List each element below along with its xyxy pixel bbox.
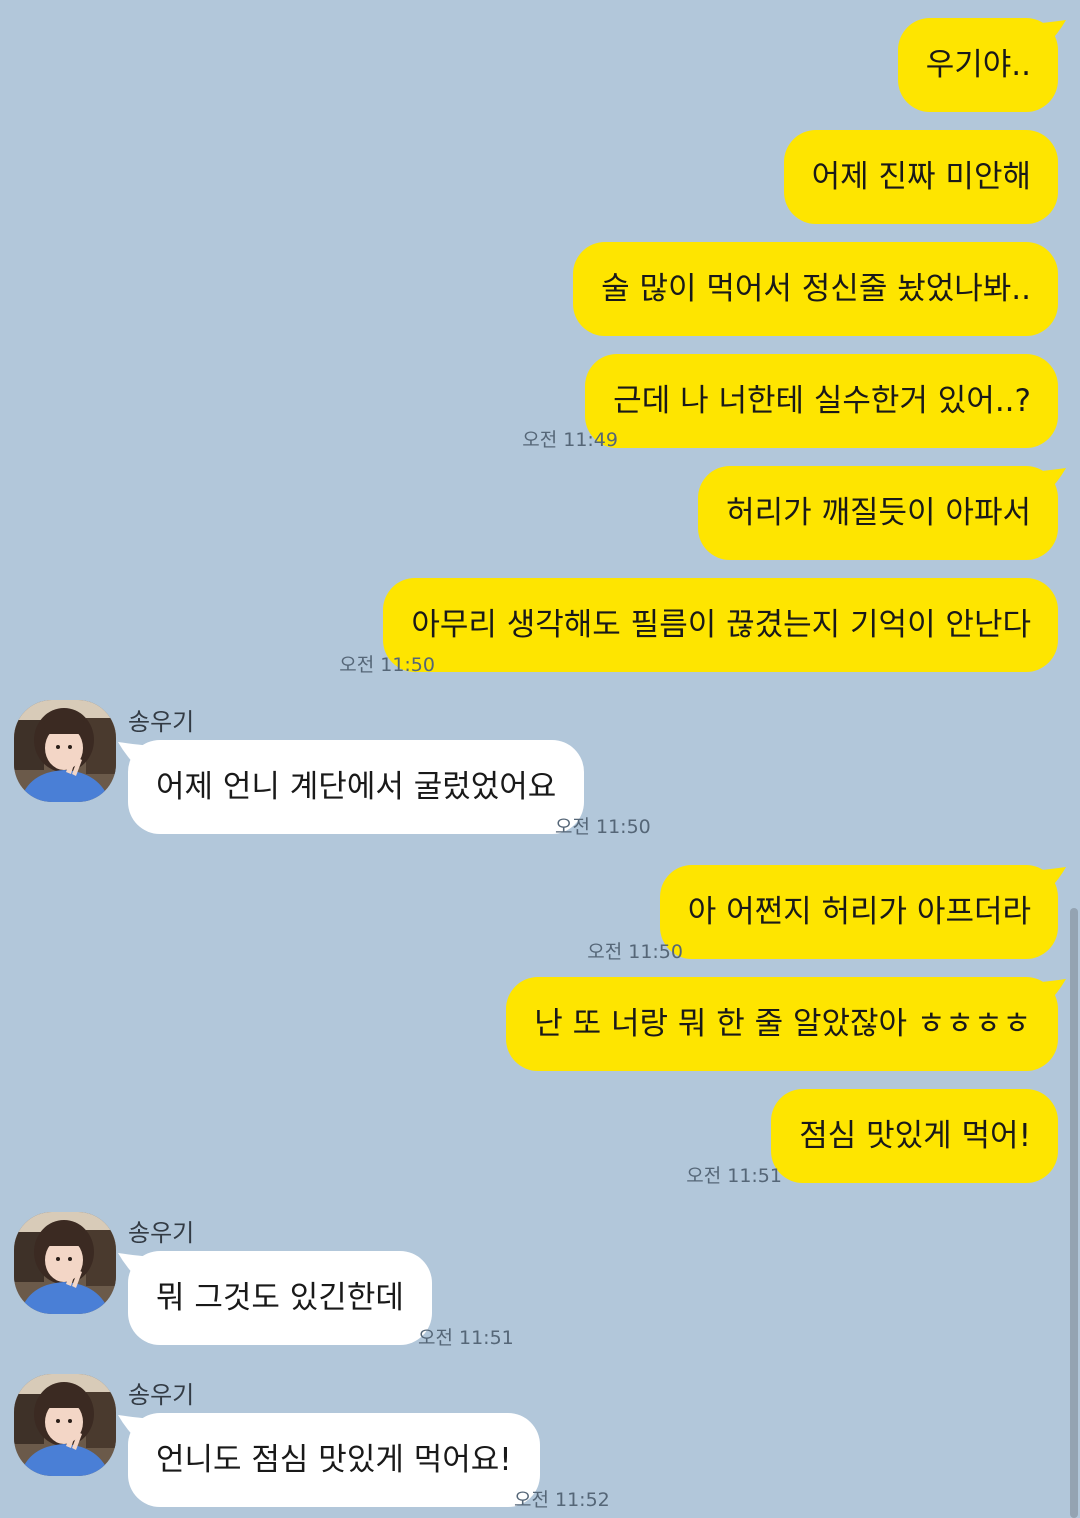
message-text: 점심 맛있게 먹어! xyxy=(799,1118,1031,1154)
message-timestamp: 오전 11:51 xyxy=(418,1327,514,1349)
message-bubble-incoming[interactable]: 어제 언니 계단에서 굴렀었어요 xyxy=(128,740,585,834)
message-bubble-outgoing[interactable]: 난 또 너랑 뭐 한 줄 알았잖아 ㅎㅎㅎㅎ xyxy=(506,977,1058,1071)
contact-avatar[interactable] xyxy=(14,1374,116,1476)
message-text: 어제 언니 계단에서 굴렀었어요 xyxy=(156,769,557,805)
avatar-image xyxy=(14,1212,116,1314)
message-bubble-outgoing[interactable]: 술 많이 먹어서 정신줄 놨었나봐.. xyxy=(573,242,1058,336)
message-timestamp: 오전 11:50 xyxy=(555,816,651,838)
message-text: 아무리 생각해도 필름이 끊겼는지 기억이 안난다 xyxy=(411,607,1031,643)
message-bubble-outgoing[interactable]: 우기야.. xyxy=(897,18,1058,112)
message-text: 어제 진짜 미안해 xyxy=(811,159,1031,195)
message-text: 난 또 너랑 뭐 한 줄 알았잖아 ㅎㅎㅎㅎ xyxy=(534,1006,1031,1042)
chat-window[interactable]: 우기야.. 어제 진짜 미안해 술 많이 먹어서 정신줄 놨었나봐.. 근데 나… xyxy=(0,0,1080,1518)
message-bubble-outgoing[interactable]: 근데 나 너한테 실수한거 있어..? xyxy=(585,354,1058,448)
scrollbar[interactable] xyxy=(1070,908,1078,1518)
message-timestamp: 오전 11:50 xyxy=(339,654,435,676)
contact-name: 송우기 xyxy=(128,708,195,736)
message-bubble-incoming[interactable]: 뭐 그것도 있긴한데 xyxy=(128,1251,432,1345)
message-bubble-outgoing[interactable]: 어제 진짜 미안해 xyxy=(783,130,1058,224)
message-text: 언니도 점심 맛있게 먹어요! xyxy=(156,1442,512,1478)
message-bubble-outgoing[interactable]: 아 어쩐지 허리가 아프더라 xyxy=(659,865,1058,959)
avatar-image xyxy=(14,700,116,802)
message-bubble-outgoing[interactable]: 점심 맛있게 먹어! xyxy=(771,1089,1058,1183)
message-text: 뭐 그것도 있긴한데 xyxy=(156,1280,404,1316)
contact-name: 송우기 xyxy=(128,1381,195,1409)
message-text: 근데 나 너한테 실수한거 있어..? xyxy=(613,383,1031,419)
message-bubble-outgoing[interactable]: 허리가 깨질듯이 아파서 xyxy=(698,466,1058,560)
message-text: 술 많이 먹어서 정신줄 놨었나봐.. xyxy=(601,271,1031,307)
message-timestamp: 오전 11:50 xyxy=(587,941,683,963)
message-timestamp: 오전 11:49 xyxy=(522,429,618,451)
message-timestamp: 오전 11:51 xyxy=(686,1165,782,1187)
contact-avatar[interactable] xyxy=(14,1212,116,1314)
message-text: 우기야.. xyxy=(925,47,1031,83)
contact-avatar[interactable] xyxy=(14,700,116,802)
message-timestamp: 오전 11:52 xyxy=(514,1489,610,1511)
message-text: 허리가 깨질듯이 아파서 xyxy=(726,495,1031,531)
avatar-image xyxy=(14,1374,116,1476)
message-bubble-outgoing[interactable]: 아무리 생각해도 필름이 끊겼는지 기억이 안난다 xyxy=(383,578,1058,672)
contact-name: 송우기 xyxy=(128,1219,195,1247)
message-text: 아 어쩐지 허리가 아프더라 xyxy=(687,894,1031,930)
message-bubble-incoming[interactable]: 언니도 점심 맛있게 먹어요! xyxy=(128,1413,540,1507)
